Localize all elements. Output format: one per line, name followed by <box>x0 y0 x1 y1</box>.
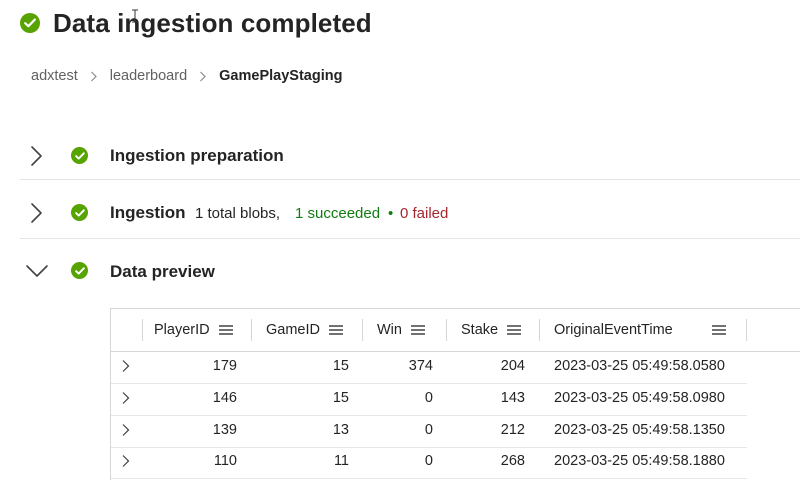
expand-row-chevron-icon[interactable] <box>119 391 133 405</box>
expand-row-chevron-icon[interactable] <box>119 359 133 373</box>
divider <box>20 238 800 239</box>
table-row[interactable]: 110 11 0 268 2023-03-25 05:49:58.1880 <box>111 447 747 479</box>
check-circle-icon <box>71 204 88 221</box>
cell-originaleventtime: 2023-03-25 05:49:58.0980 <box>554 390 725 406</box>
cell-originaleventtime: 2023-03-25 05:49:58.0580 <box>554 358 725 374</box>
section-title: Ingestion preparation <box>110 146 284 165</box>
failed-count: 0 failed <box>400 205 449 222</box>
cell-stake: 204 <box>500 358 525 374</box>
breadcrumb-item-adxtest[interactable]: adxtest <box>31 68 78 84</box>
chevron-right-icon <box>195 68 211 84</box>
column-menu-icon[interactable] <box>711 324 726 336</box>
breadcrumb-item-leaderboard[interactable]: leaderboard <box>110 68 187 84</box>
table-row[interactable]: 146 15 0 143 2023-03-25 05:49:58.0980 <box>111 384 747 416</box>
table-row[interactable]: 179 15 374 204 2023-03-25 05:49:58.0580 <box>111 352 747 384</box>
cell-stake: 268 <box>500 453 525 469</box>
data-preview-grid: PlayerID GameID Win Stake OriginalEventT… <box>110 308 800 480</box>
expand-row-chevron-icon[interactable] <box>119 454 133 468</box>
breadcrumb: adxtest leaderboard GamePlayStaging <box>31 66 342 86</box>
column-separator[interactable] <box>446 319 447 341</box>
cell-playerid: 110 <box>213 453 237 469</box>
divider <box>20 179 800 180</box>
cell-playerid: 146 <box>212 390 237 406</box>
table-row[interactable]: 139 13 0 212 2023-03-25 05:49:58.1350 <box>111 416 747 448</box>
total-blobs-text: 1 total blobs, <box>195 205 281 222</box>
column-separator <box>142 319 143 341</box>
column-separator[interactable] <box>362 319 363 341</box>
cell-win: 0 <box>424 453 433 469</box>
cell-stake: 143 <box>500 390 525 406</box>
expand-row-chevron-icon[interactable] <box>119 423 133 437</box>
column-menu-icon[interactable] <box>329 324 343 336</box>
column-header-gameid[interactable]: GameID <box>266 309 343 351</box>
section-data-preview[interactable]: Data preview <box>20 242 800 299</box>
cell-playerid: 139 <box>212 422 237 438</box>
check-circle-icon <box>71 147 88 164</box>
column-menu-icon[interactable] <box>507 324 522 336</box>
succeeded-count: 1 succeeded <box>295 205 381 222</box>
column-menu-icon[interactable] <box>410 324 425 336</box>
column-header-originaleventtime[interactable]: OriginalEventTime <box>554 309 726 351</box>
column-header-playerid[interactable]: PlayerID <box>154 309 233 351</box>
cell-gameid: 11 <box>333 453 349 469</box>
section-title: Data preview <box>110 262 215 281</box>
chevron-down-icon[interactable] <box>25 260 49 282</box>
cell-originaleventtime: 2023-03-25 05:49:58.1350 <box>554 422 725 438</box>
section-title: Ingestion <box>110 203 186 222</box>
text-cursor-icon <box>132 9 138 23</box>
breadcrumb-item-current: GamePlayStaging <box>219 68 343 84</box>
column-separator[interactable] <box>539 319 540 341</box>
chevron-right-icon[interactable] <box>25 144 47 168</box>
section-ingestion-preparation[interactable]: Ingestion preparation <box>20 128 800 185</box>
cell-gameid: 15 <box>332 358 349 374</box>
bullet-separator: • <box>388 205 394 222</box>
column-header-win[interactable]: Win <box>377 309 425 351</box>
cell-gameid: 15 <box>332 390 349 406</box>
section-ingestion[interactable]: Ingestion 1 total blobs, 1 succeeded • 0… <box>20 185 800 242</box>
column-menu-icon[interactable] <box>218 324 233 336</box>
column-separator[interactable] <box>746 319 747 341</box>
cell-gameid: 13 <box>332 422 349 438</box>
cell-playerid: 179 <box>212 358 237 374</box>
check-circle-icon <box>71 262 88 279</box>
column-separator[interactable] <box>251 319 252 341</box>
cell-win: 374 <box>408 358 433 374</box>
cell-stake: 212 <box>500 422 525 438</box>
chevron-right-icon[interactable] <box>25 201 47 225</box>
page-title: Data ingestion completed <box>53 8 372 38</box>
cell-win: 0 <box>424 422 433 438</box>
column-header-stake[interactable]: Stake <box>461 309 522 351</box>
chevron-right-icon <box>86 68 102 84</box>
cell-win: 0 <box>424 390 433 406</box>
grid-header: PlayerID GameID Win Stake OriginalEventT… <box>111 309 800 352</box>
cell-originaleventtime: 2023-03-25 05:49:58.1880 <box>554 453 725 469</box>
success-check-icon <box>20 13 40 33</box>
